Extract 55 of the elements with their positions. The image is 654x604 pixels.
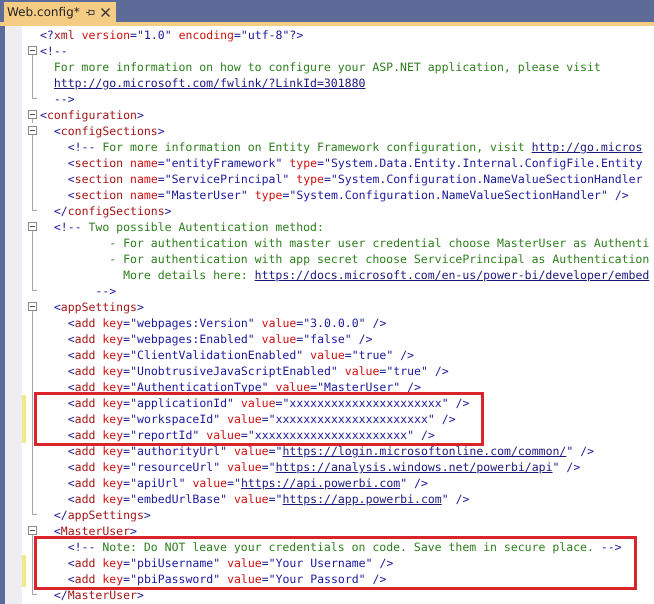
code-text: <!-- For more information on Entity Framework configuration, visit: [66, 140, 526, 154]
link[interactable]: https://app.powerbi.com: [282, 492, 442, 506]
code-line: <MasterUser>: [52, 523, 138, 539]
code-line: <section name="MasterUser" type="System.Configuration.NameValueSectionHandler" />: [66, 187, 630, 203]
code-line: <configSections>: [52, 123, 166, 139]
link[interactable]: https://api.powerbi.com: [240, 476, 400, 490]
code-line: <add key="webpages:Version" value="3.0.0.0" />: [66, 315, 388, 331]
collapse-toggle[interactable]: [28, 126, 37, 135]
collapse-toggle[interactable]: [28, 46, 37, 55]
code-text: <add key="embedUrlBase" value=": [66, 492, 282, 506]
collapse-toggle[interactable]: [28, 222, 37, 231]
code-line: <!--: [40, 43, 69, 59]
code-text: More details here:: [122, 268, 249, 282]
collapse-toggle[interactable]: [28, 302, 37, 311]
code-line: <add key="pbiPassword" value="Your Passord" />: [66, 571, 388, 587]
code-text: " />: [566, 444, 594, 458]
code-line: </appSettings>: [52, 507, 152, 523]
code-line: <section name="ServicePrincipal" type="System.Configuration.NameValueSectionHandler: [66, 171, 644, 187]
code-line: <section name="entityFramework" type="System.Data.Entity.Internal.ConfigFile.Entity: [66, 155, 644, 171]
code-line: For more information on how to configure your ASP.NET application, please visit: [52, 59, 602, 75]
link[interactable]: http://go.microsoft.com/fwlink/?LinkId=301880: [54, 76, 366, 90]
link[interactable]: https://login.microsoftonline.com/common/: [282, 444, 566, 458]
pin-icon[interactable]: [86, 8, 95, 16]
code-line: -->: [94, 283, 118, 299]
code-line: <add key="reportId" value="xxxxxxxxxxxxxxxxxxxxxx" />: [66, 427, 436, 443]
link[interactable]: https://docs.microsoft.com/en-us/power-bi/developer/embed: [254, 268, 650, 282]
code-line: <?xml version="1.0" encoding="utf-8"?>: [40, 27, 304, 43]
code-text: <add key="apiUrl" value=": [66, 476, 241, 490]
code-line: <configuration>: [40, 107, 145, 123]
code-text: <add key="resourceUrl" value=": [66, 460, 276, 474]
code-line: <add key="ClientValidationEnabled" value="true" />: [66, 347, 416, 363]
code-line: <!-- Note: Do NOT leave your credentials on code. Save them in secure place. -->: [66, 539, 622, 555]
code-line: -->: [52, 91, 76, 107]
code-line: - For authentication with master user credential choose MasterUser as Authenti: [108, 235, 650, 251]
code-text: " />: [552, 460, 580, 474]
link[interactable]: http://go.micros: [532, 140, 642, 154]
code-line: <appSettings>: [52, 299, 145, 315]
collapse-toggle[interactable]: [28, 526, 37, 535]
code-line: <add key="pbiUsername" value="Your Username" />: [66, 555, 394, 571]
code-line: <add key="webpages:Enabled" value="false" />: [66, 331, 374, 347]
code-line: <add key="workspaceId" value="xxxxxxxxxxxxxxxxxxxxxx" />: [66, 411, 457, 427]
file-tab[interactable]: Web.config*: [4, 2, 116, 22]
collapse-toggle[interactable]: [28, 110, 37, 119]
code-line: <add key="AuthenticationType" value="MasterUser" />: [66, 379, 422, 395]
link[interactable]: https://analysis.windows.net/powerbi/api: [276, 460, 553, 474]
code-line: </MasterUser>: [52, 587, 144, 603]
code-text: " />: [400, 476, 428, 490]
code-line: </configSections>: [52, 203, 173, 219]
code-line: <!-- Two possible Autentication method:: [52, 219, 325, 235]
code-text: " />: [442, 492, 470, 506]
code-line: - For authentication with app secret choose ServicePrincipal as Authentication: [108, 251, 650, 267]
close-icon[interactable]: [100, 8, 110, 16]
code-text: <add key="authorityUrl" value=": [66, 444, 282, 458]
code-line: <add key="UnobtrusiveJavaScriptEnabled" value="true" />: [66, 363, 450, 379]
code-line: <add key="applicationId" value="xxxxxxxxxxxxxxxxxxxxxx" />: [66, 395, 470, 411]
